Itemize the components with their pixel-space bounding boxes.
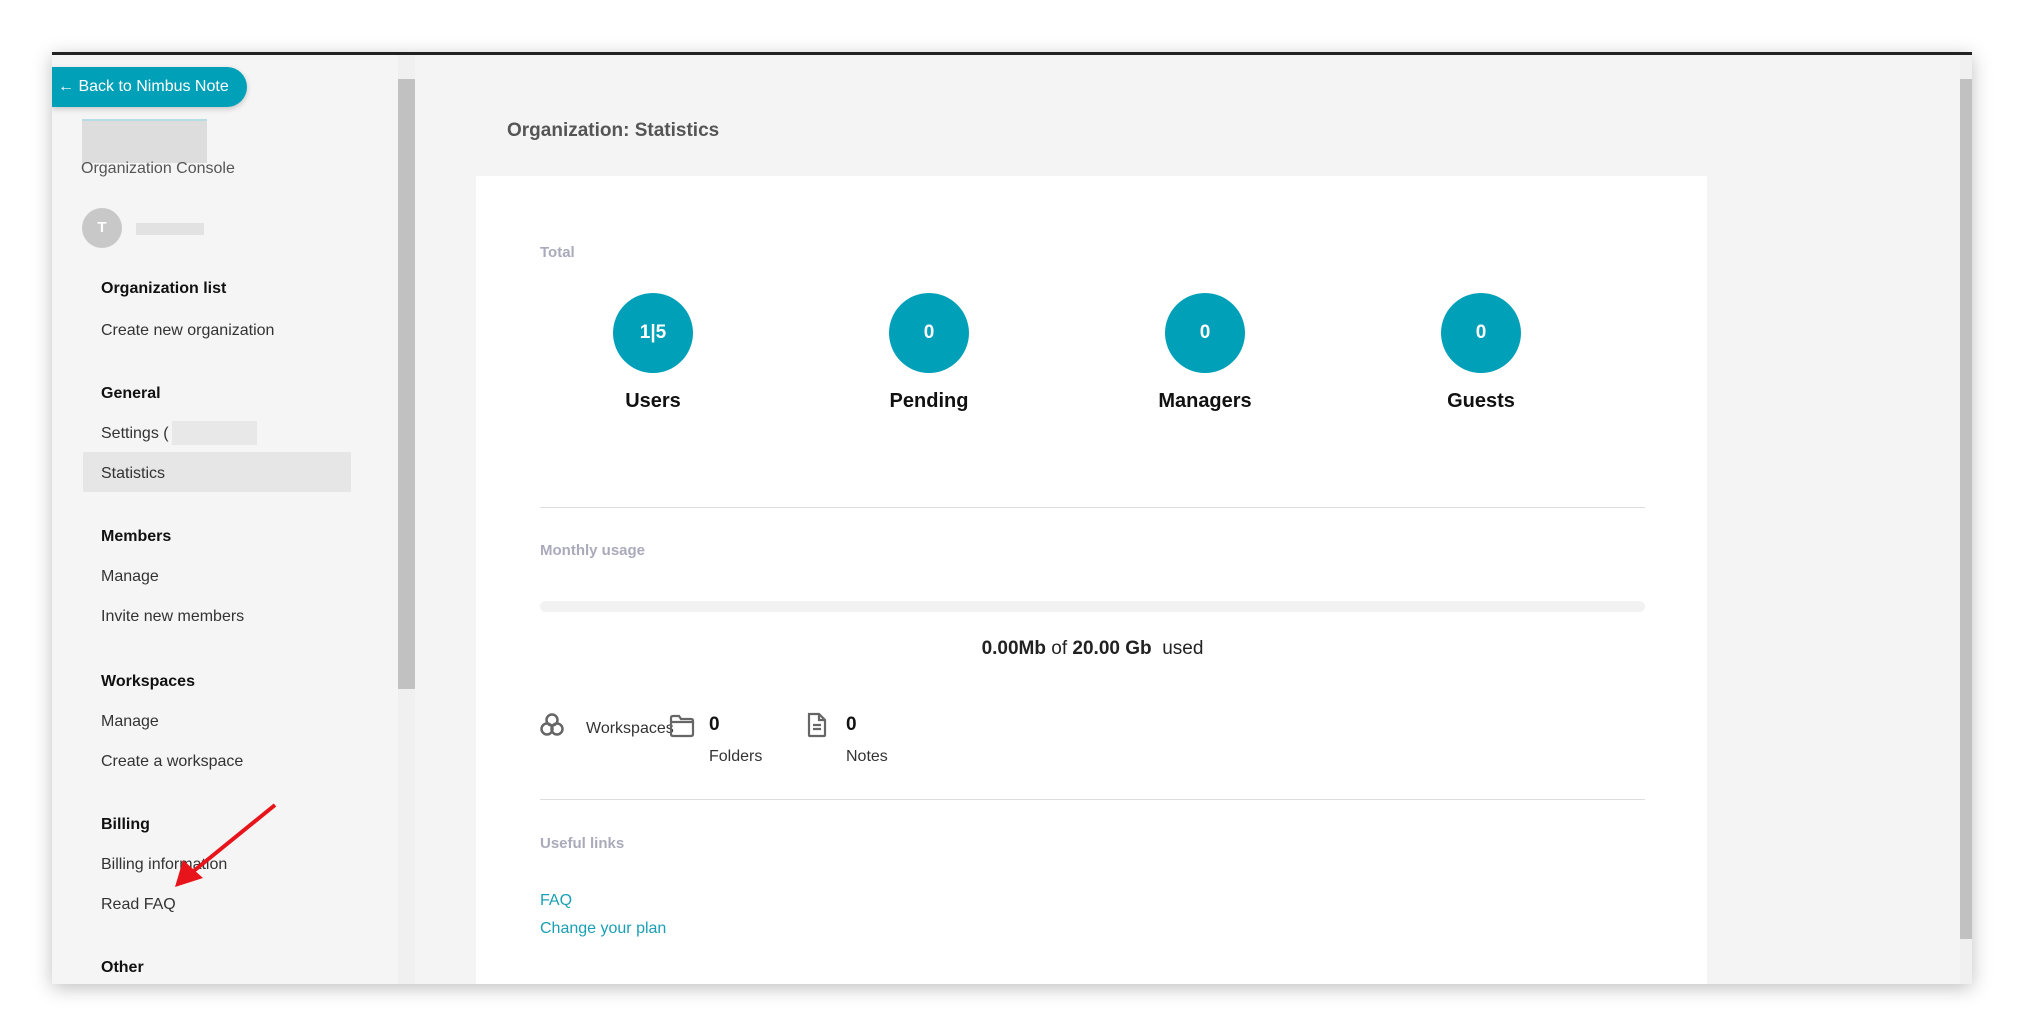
annotation-arrow	[175, 803, 277, 887]
